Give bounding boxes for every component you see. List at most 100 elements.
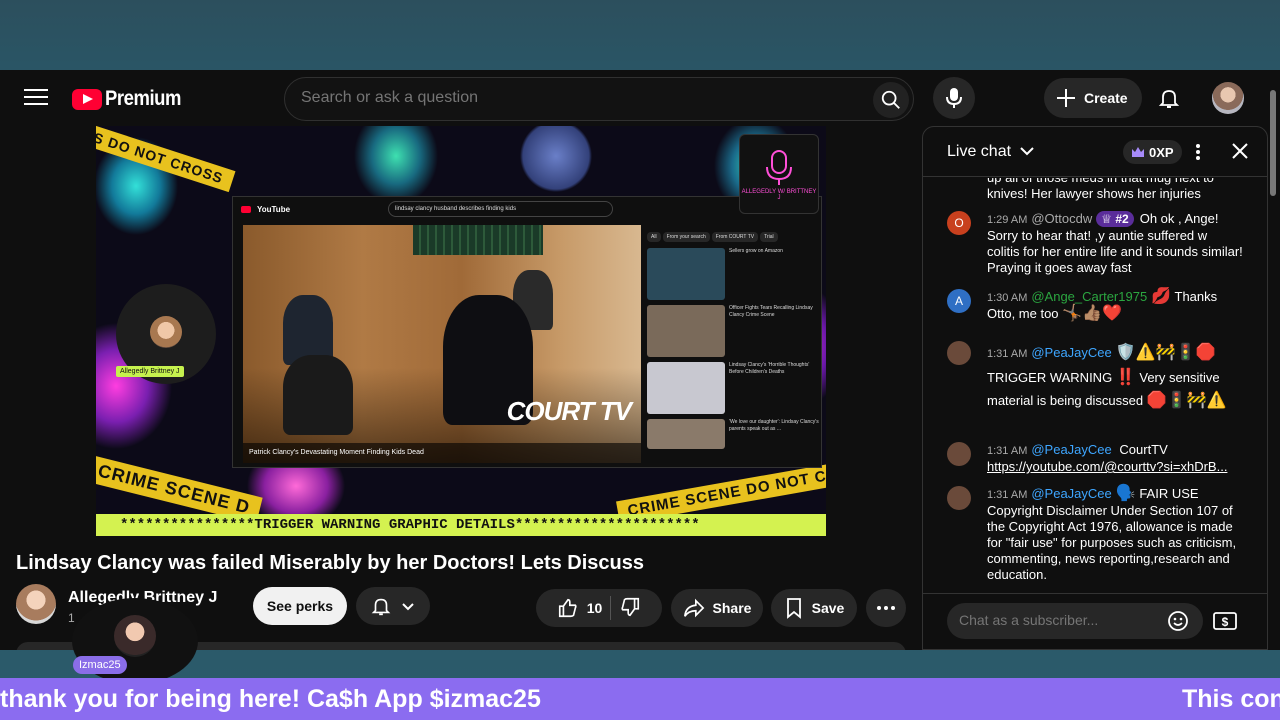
- crown-icon: [1132, 147, 1144, 157]
- chevron-down-icon: [402, 603, 414, 611]
- chat-input-box: [947, 603, 1203, 639]
- search-icon: [881, 90, 900, 109]
- inner-logo: YouTube: [257, 204, 291, 214]
- thumbs-down-icon: [621, 597, 640, 616]
- ticker-banner: thank you for being here! Ca$h App $izma…: [0, 678, 1280, 720]
- chat-message-content: 1:29 AM @Ottocdw ♕ #2 Oh ok , Ange! Sorry t…: [987, 211, 1243, 276]
- inner-side-text: Sellers grow on Amazon: [729, 248, 783, 254]
- emoji-icon: 🗣️: [1115, 485, 1136, 502]
- xp-badge[interactable]: 0XP: [1123, 140, 1182, 164]
- save-label: Save: [811, 600, 845, 616]
- trigger-warning-banner: ****************TRIGGER WARNING GRAPHIC …: [96, 514, 826, 536]
- chat-avatar[interactable]: A: [947, 289, 971, 313]
- create-button[interactable]: Create: [1044, 78, 1142, 118]
- search-input[interactable]: [301, 89, 861, 107]
- like-count: 10: [586, 600, 603, 616]
- bell-icon: [371, 598, 391, 616]
- guest-avatar: [114, 615, 156, 657]
- chat-message-content: 1:31 AM @PeaJayCee 🗣️ FAIR USE Copyright D…: [987, 486, 1243, 583]
- ticker-text: thank you for being here! Ca$h App $izma…: [0, 685, 541, 713]
- inner-chip: All: [647, 232, 661, 242]
- chat-link[interactable]: https://youtube.com/@courttv?si=xhDrB...: [987, 459, 1227, 474]
- chat-input[interactable]: [959, 612, 1159, 628]
- podcast-mic-icon: [766, 150, 792, 185]
- inner-youtube-icon: [241, 205, 251, 213]
- menu-icon[interactable]: [24, 89, 48, 107]
- inner-thumb: [647, 305, 725, 357]
- chat-message: 1:31 AM @PeaJayCee 🛡️⚠️🚧🚦🛑 TRIGGER WARNING…: [947, 341, 1243, 412]
- inner-side-text: 'We love our daughter': Lindsay Clancy's…: [729, 419, 819, 432]
- inner-chip: From COURT TV: [711, 232, 759, 242]
- super-chat-button[interactable]: $: [1213, 611, 1237, 636]
- account-avatar[interactable]: [1212, 82, 1244, 114]
- thumbs-up-icon: [558, 598, 577, 618]
- chat-menu-button[interactable]: [1195, 143, 1201, 166]
- inner-side-item: Officer Fights Tears Recalling Lindsay C…: [647, 305, 819, 357]
- share-label: Share: [712, 600, 752, 616]
- inner-caption: Patrick Clancy's Devastating Moment Find…: [243, 443, 641, 463]
- share-button[interactable]: Share: [671, 589, 763, 627]
- inner-side-item: 'We love our daughter': Lindsay Clancy's…: [647, 419, 819, 449]
- more-actions-button[interactable]: [866, 589, 906, 627]
- voice-search-button[interactable]: [933, 77, 975, 119]
- bell-icon: [1158, 90, 1180, 108]
- save-button[interactable]: Save: [771, 589, 857, 627]
- inner-side-item: Lindsay Clancy's 'Horrible Thoughts' Bef…: [647, 362, 819, 414]
- xp-value: 0XP: [1149, 144, 1174, 160]
- logo-text: Premium: [105, 87, 182, 110]
- chat-message-text: CourtTV: [1119, 442, 1168, 457]
- chat-author[interactable]: @PeaJayCee: [1031, 486, 1111, 501]
- emoji-button[interactable]: [1167, 610, 1189, 637]
- chat-author[interactable]: @PeaJayCee: [1031, 442, 1111, 457]
- inner-side-item: Sellers grow on Amazon: [647, 248, 819, 300]
- emoji-icon: ‼️: [1115, 369, 1136, 386]
- like-divider: [610, 596, 612, 620]
- inner-side-text: Officer Fights Tears Recalling Lindsay C…: [729, 305, 813, 318]
- chat-message-partial: up all of those meds in that mug next to…: [947, 178, 1243, 202]
- page-scrollbar[interactable]: [1270, 90, 1276, 196]
- svg-text:$: $: [1222, 615, 1229, 629]
- chat-avatar[interactable]: O: [947, 211, 971, 235]
- emoji-icon: 💋: [1151, 288, 1172, 305]
- subscription-bell-button[interactable]: [356, 587, 430, 625]
- guest-label: Izmac25: [73, 656, 127, 674]
- rank-badge-text: #2: [1115, 212, 1129, 226]
- webcam-label: Allegedly Brittney J: [116, 366, 184, 377]
- inner-thumb: [647, 419, 725, 449]
- chat-message: 1:31 AM @PeaJayCee 🗣️ FAIR USE Copyright D…: [947, 486, 1243, 583]
- chevron-down-icon: [1019, 147, 1034, 156]
- dislike-button[interactable]: [619, 596, 641, 621]
- chat-message-content: 1:31 AM @PeaJayCee CourtTV https://youtub…: [987, 442, 1243, 475]
- inner-search: lindsay clancy husband describes finding…: [388, 201, 613, 217]
- chat-avatar[interactable]: [947, 341, 971, 365]
- close-chat-button[interactable]: [1231, 142, 1249, 165]
- share-icon: [683, 598, 704, 618]
- see-perks-label: See perks: [266, 598, 334, 614]
- podcast-text: ALLEGEDLY W/ BRITTNEY J: [741, 189, 817, 201]
- like-button[interactable]: 10: [557, 597, 603, 619]
- notifications-button[interactable]: [1157, 86, 1181, 115]
- chat-divider: [923, 593, 1267, 594]
- crime-tape-top: IS DO NOT CROSS: [96, 126, 236, 193]
- chat-author[interactable]: @PeaJayCee: [1031, 345, 1111, 360]
- chat-author[interactable]: @Ottocdw: [1031, 211, 1092, 226]
- chat-avatar[interactable]: [947, 442, 971, 466]
- see-perks-button[interactable]: See perks: [253, 587, 347, 625]
- rank-badge: ♕ #2: [1096, 211, 1134, 227]
- live-chat-title[interactable]: Live chat: [947, 143, 1034, 161]
- inner-side-text: Lindsay Clancy's 'Horrible Thoughts' Bef…: [729, 362, 810, 375]
- like-dislike-group: 10: [536, 589, 662, 627]
- youtube-window: Premium Create IS DO NOT CROSS CRIME SCE…: [0, 70, 1280, 650]
- chat-avatar[interactable]: [947, 486, 971, 510]
- emoji-icon: 🛡️⚠️🚧🚦🛑: [1115, 344, 1216, 361]
- youtube-premium-logo[interactable]: Premium: [72, 87, 191, 111]
- chat-author[interactable]: @Ange_Carter1975: [1031, 289, 1147, 304]
- search-button[interactable]: [873, 82, 909, 118]
- search-bar: [284, 77, 914, 121]
- chat-messages: up all of those meds in that mug next to…: [923, 178, 1263, 594]
- video-player[interactable]: IS DO NOT CROSS CRIME SCENE D CRIME SCEN…: [96, 126, 826, 536]
- inner-chip: From your search: [662, 232, 710, 242]
- emoji-icon: 🤸🏽👍🏽❤️: [1062, 305, 1122, 322]
- channel-avatar[interactable]: [16, 584, 56, 624]
- chat-timestamp: 1:31 AM: [987, 348, 1028, 360]
